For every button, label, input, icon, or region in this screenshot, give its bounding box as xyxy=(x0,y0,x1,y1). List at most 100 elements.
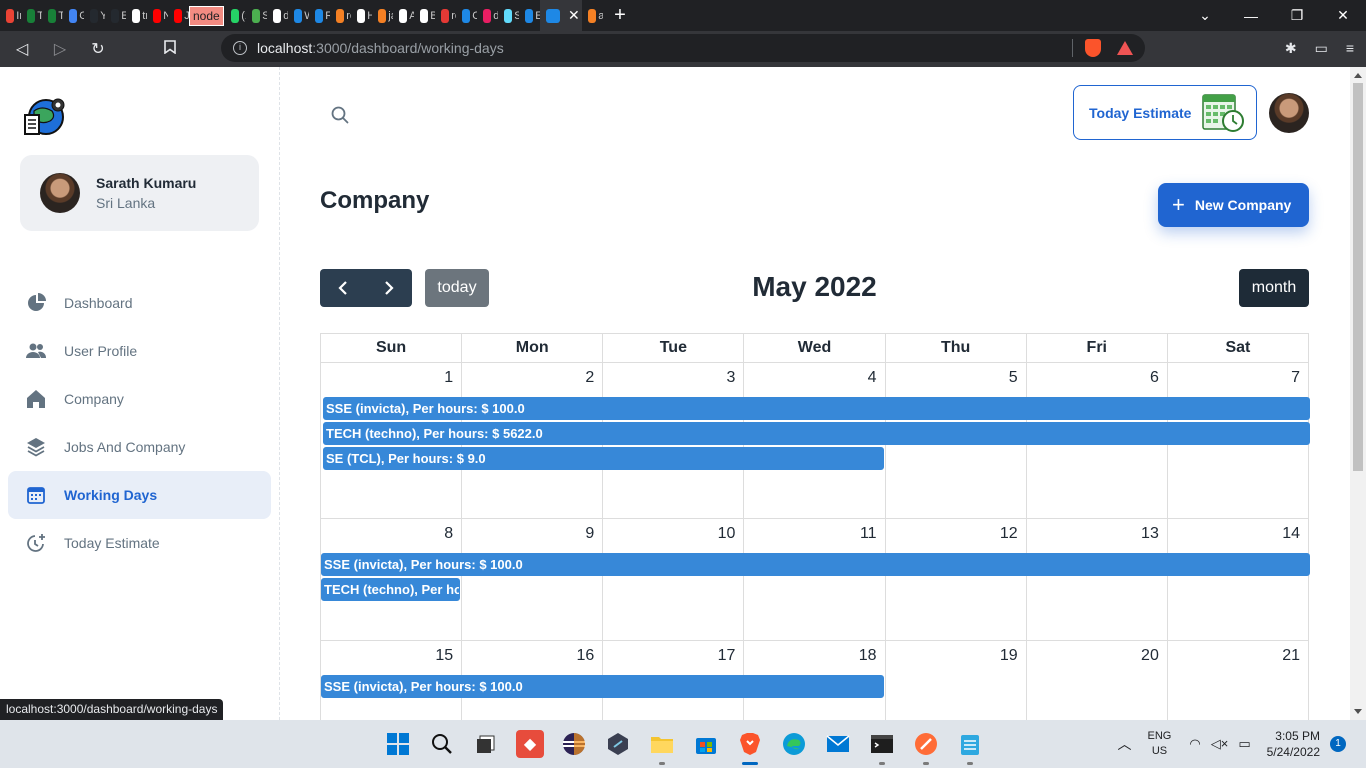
calendar-day-cell[interactable]: 21 xyxy=(1168,641,1309,720)
mail-icon[interactable] xyxy=(824,730,852,758)
day-number[interactable]: 19 xyxy=(1000,647,1018,665)
browser-tab[interactable]: d xyxy=(477,0,498,31)
day-number[interactable]: 8 xyxy=(444,525,453,543)
browser-tab[interactable]: (1 xyxy=(225,0,246,31)
day-number[interactable]: 9 xyxy=(585,525,594,543)
browser-tab[interactable]: Ja xyxy=(168,0,189,31)
browser-tab[interactable]: In xyxy=(0,0,21,31)
day-number[interactable]: 18 xyxy=(859,647,877,665)
notepad-icon[interactable] xyxy=(956,730,984,765)
day-number[interactable]: 15 xyxy=(435,647,453,665)
month-view-button[interactable]: month xyxy=(1239,269,1309,307)
bookmark-icon[interactable] xyxy=(154,39,186,59)
search-icon[interactable] xyxy=(328,103,352,127)
browser-tab[interactable]: re xyxy=(435,0,456,31)
day-number[interactable]: 16 xyxy=(576,647,594,665)
store-icon[interactable] xyxy=(692,730,720,758)
menu-icon[interactable]: ≡ xyxy=(1346,40,1354,57)
day-number[interactable]: 5 xyxy=(1009,369,1018,387)
address-bar[interactable]: i localhost:3000/dashboard/working-days xyxy=(221,34,1145,62)
app-logo[interactable] xyxy=(22,93,68,139)
sidebar-item-jobs-and-company[interactable]: Jobs And Company xyxy=(8,423,271,471)
calendar-event[interactable]: SE (TCL), Per hours: $ 9.0 xyxy=(323,447,885,470)
browser-tab[interactable]: SI xyxy=(498,0,519,31)
browser-tab[interactable]: Tl xyxy=(42,0,63,31)
day-number[interactable]: 3 xyxy=(727,369,736,387)
file-explorer-icon[interactable] xyxy=(648,730,676,765)
brave-taskbar-icon[interactable] xyxy=(736,730,764,765)
browser-tab[interactable]: H xyxy=(351,0,372,31)
day-number[interactable]: 13 xyxy=(1141,525,1159,543)
quick-settings[interactable]: ◠ ◁× ▭ xyxy=(1189,736,1250,752)
brave-shields-icon[interactable] xyxy=(1085,39,1101,57)
calendar-day-cell[interactable]: 20 xyxy=(1027,641,1168,720)
reload-icon[interactable]: ↻ xyxy=(82,39,114,59)
language-indicator[interactable]: ENG US xyxy=(1148,729,1172,759)
calendar-event[interactable]: SSE (invicta), Per hours: $ 100.0 xyxy=(323,397,1311,420)
sidebar-item-company[interactable]: Company xyxy=(8,375,271,423)
sidebar-item-dashboard[interactable]: Dashboard xyxy=(8,279,271,327)
restore-icon[interactable]: ❐ xyxy=(1274,7,1320,24)
task-view-icon[interactable] xyxy=(472,730,500,758)
browser-tab[interactable]: Ec xyxy=(105,0,126,31)
scroll-down-icon[interactable] xyxy=(1354,709,1362,714)
calendar-day-cell[interactable]: 19 xyxy=(886,641,1027,720)
day-number[interactable]: 17 xyxy=(718,647,736,665)
calendar-event[interactable]: TECH (techno), Per hours: $ 5622.0 xyxy=(321,578,461,601)
tab-node[interactable]: node xyxy=(189,0,225,31)
wallet-icon[interactable]: ▭ xyxy=(1315,40,1328,57)
sidebar-item-user-profile[interactable]: User Profile xyxy=(8,327,271,375)
search-taskbar-icon[interactable] xyxy=(428,730,456,758)
browser-tab[interactable]: S: xyxy=(246,0,267,31)
anydesk-icon[interactable]: ◆ xyxy=(516,730,544,758)
clock[interactable]: 3:05 PM 5/24/2022 xyxy=(1267,728,1320,760)
browser-tab[interactable]: ja xyxy=(372,0,393,31)
browser-tab[interactable]: re xyxy=(330,0,351,31)
browser-tab[interactable]: Yc xyxy=(84,0,105,31)
day-number[interactable]: 12 xyxy=(1000,525,1018,543)
day-number[interactable]: 10 xyxy=(718,525,736,543)
start-icon[interactable] xyxy=(384,730,412,758)
calendar-event[interactable]: TECH (techno), Per hours: $ 5622.0 xyxy=(323,422,1311,445)
page-scrollbar[interactable] xyxy=(1350,67,1366,720)
browser-tab[interactable]: d xyxy=(267,0,288,31)
calendar-day-cell[interactable]: 12 xyxy=(885,519,1027,641)
new-company-button[interactable]: + New Company xyxy=(1158,183,1309,227)
tab-active[interactable]: ✕ xyxy=(540,0,582,31)
browser-tab[interactable]: tr xyxy=(126,0,147,31)
calendar-day-cell[interactable]: 11 xyxy=(744,519,886,641)
account-card[interactable]: Sarath Kumaru Sri Lanka xyxy=(20,155,259,231)
calendar-event[interactable]: SSE (invicta), Per hours: $ 100.0 xyxy=(321,675,885,698)
calendar-day-cell[interactable]: 14 xyxy=(1167,519,1309,641)
tab-close-icon[interactable]: ✕ xyxy=(568,7,580,24)
tab-last[interactable]: ar xyxy=(582,0,603,31)
close-window-icon[interactable]: ✕ xyxy=(1320,7,1366,24)
calendar-day-cell[interactable]: 9 xyxy=(462,519,604,641)
browser-tab[interactable]: N xyxy=(147,0,168,31)
edge-icon[interactable] xyxy=(780,730,808,758)
day-number[interactable]: 4 xyxy=(868,369,877,387)
brave-rewards-icon[interactable] xyxy=(1117,41,1133,55)
day-number[interactable]: 6 xyxy=(1150,369,1159,387)
browser-tab[interactable]: A xyxy=(393,0,414,31)
day-number[interactable]: 21 xyxy=(1282,647,1300,665)
sidebar-item-working-days[interactable]: Working Days xyxy=(8,471,271,519)
day-number[interactable]: 20 xyxy=(1141,647,1159,665)
day-number[interactable]: 11 xyxy=(860,525,877,543)
browser-tab[interactable]: Re xyxy=(309,0,330,31)
scroll-thumb[interactable] xyxy=(1353,83,1363,471)
extensions-icon[interactable]: ✱ xyxy=(1285,40,1297,57)
site-info-icon[interactable]: i xyxy=(233,41,247,55)
tray-overflow-chevron-icon[interactable]: ︿ xyxy=(1118,734,1132,754)
notification-badge[interactable]: 1 xyxy=(1330,736,1346,752)
tab-search-chevron-icon[interactable]: ⌄ xyxy=(1182,7,1228,24)
app-cube-icon[interactable] xyxy=(604,730,632,758)
calendar-event[interactable]: SSE (invicta), Per hours: $ 100.0 xyxy=(321,553,1311,576)
today-estimate-button[interactable]: Today Estimate xyxy=(1073,85,1257,140)
browser-tab[interactable]: Tl xyxy=(21,0,42,31)
eclipse-icon[interactable] xyxy=(560,730,588,758)
browser-tab[interactable]: B xyxy=(414,0,435,31)
calendar-day-cell[interactable]: 10 xyxy=(603,519,745,641)
user-avatar-button[interactable] xyxy=(1269,93,1309,133)
day-number[interactable]: 14 xyxy=(1282,525,1300,543)
